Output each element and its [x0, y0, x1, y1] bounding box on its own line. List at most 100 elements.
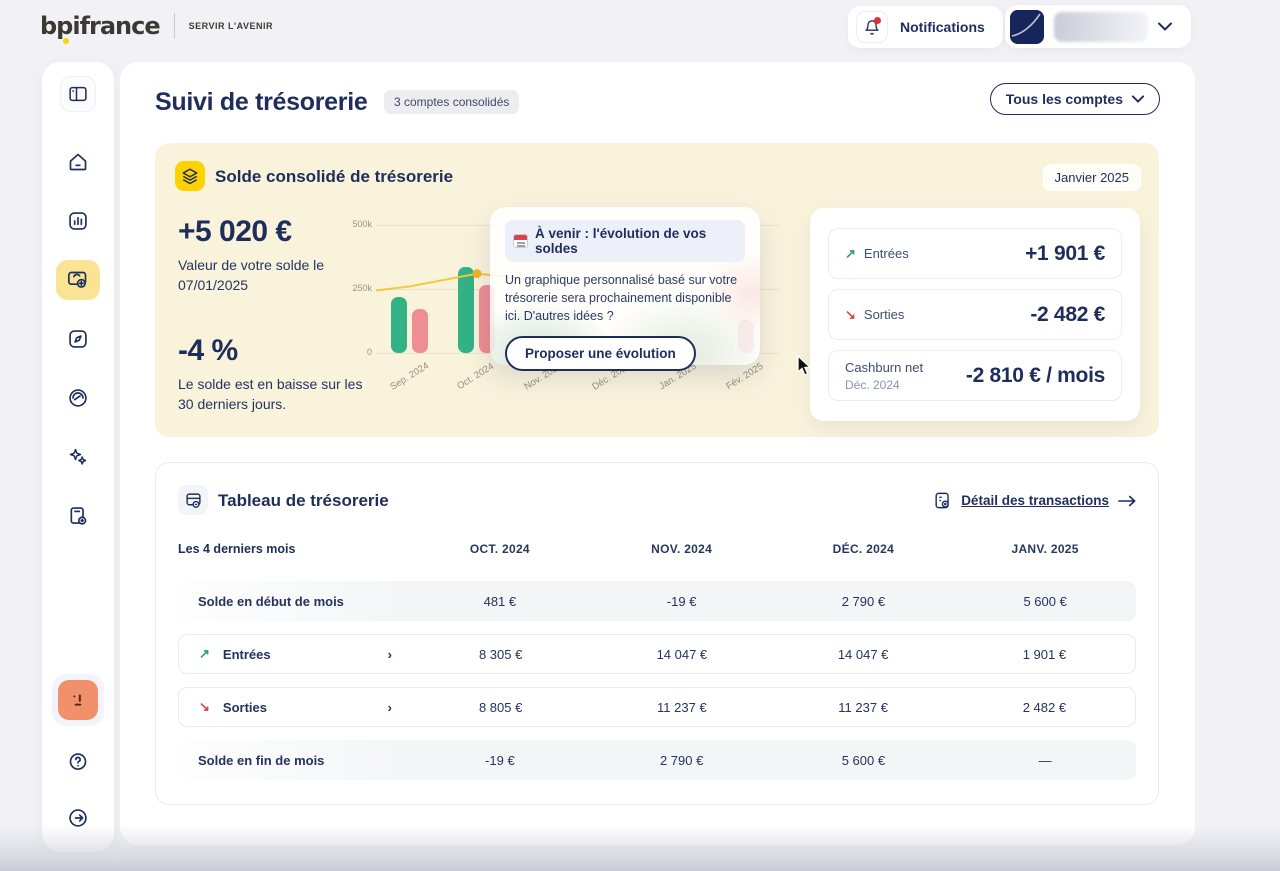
sidebar-item-home[interactable] [56, 142, 100, 182]
coming-soon-body: Un graphique personnalisé basé sur votre… [505, 271, 745, 325]
row-label: Solde en début de mois [198, 594, 344, 609]
arrow-down-right-icon: ↘ [199, 699, 210, 715]
balance-caption: Valeur de votre solde le 07/01/2025 [178, 255, 368, 296]
home-icon [68, 152, 88, 172]
sidebar-item-analytics[interactable] [56, 201, 100, 241]
logo-divider [174, 13, 175, 39]
sidebar [42, 62, 114, 852]
cell-value: 8 305 € [410, 647, 591, 662]
cell-value: 11 237 € [773, 700, 954, 715]
accounts-filter-dropdown[interactable]: Tous les comptes [990, 83, 1160, 115]
cell-value: 5 600 € [773, 753, 955, 768]
calculator-icon [68, 506, 88, 526]
logout-button[interactable] [56, 798, 100, 838]
main-content: Suivi de trésorerie 3 comptes consolidés… [120, 62, 1195, 845]
logout-icon [68, 808, 88, 828]
table-row-start-balance: Solde en début de mois 481 € -19 € 2 790… [178, 581, 1136, 621]
calendar-icon [513, 234, 528, 248]
sidebar-item-treasury[interactable] [56, 260, 100, 300]
trend-caption: Le solde est en baisse sur les 30 dernie… [178, 374, 368, 415]
cell-value: 5 600 € [954, 594, 1136, 609]
outflow-value: -2 482 € [1030, 303, 1105, 327]
table-column-headers: Les 4 derniers mois OCT. 2024 NOV. 2024 … [178, 535, 1136, 563]
x-tick-label: Sep. 2024 [388, 360, 431, 392]
column-header-janv: JANV. 2025 [954, 542, 1136, 556]
arrow-up-right-icon: ↗ [199, 646, 210, 662]
bell-icon [856, 11, 888, 43]
table-row-outflows[interactable]: ↘ Sorties › 8 805 € 11 237 € 11 237 € 2 … [178, 687, 1136, 727]
treasury-icon [67, 270, 89, 290]
inflow-value: +1 901 € [1025, 242, 1105, 266]
arrow-right-icon [1118, 495, 1136, 507]
table-title: Tableau de trésorerie [218, 491, 389, 511]
outflow-stat-row: ↘ Sorties -2 482 € [828, 289, 1122, 340]
chevron-right-icon[interactable]: › [388, 647, 392, 662]
notifications-button[interactable]: Notifications [848, 6, 1003, 48]
chevron-right-icon[interactable]: › [388, 700, 392, 715]
y-tick: 500k [352, 219, 372, 229]
consolidated-balance-card: Solde consolidé de trésorerie Janvier 20… [155, 143, 1159, 437]
coming-soon-title: À venir : l'évolution de vos soldes [535, 226, 737, 256]
row-label: Solde en fin de mois [198, 753, 324, 768]
account-name-redacted [1054, 12, 1148, 42]
column-header-oct: OCT. 2024 [409, 542, 591, 556]
arrow-down-right-icon: ↘ [845, 307, 856, 323]
assistant-button[interactable] [52, 674, 104, 726]
panel-toggle-icon[interactable] [60, 76, 96, 112]
logo-text: bpifrance [40, 12, 160, 40]
x-tick-label: Oct. 2024 [455, 361, 496, 392]
table-row-inflows[interactable]: ↗ Entrées › 8 305 € 14 047 € 14 047 € 1 … [178, 634, 1136, 674]
bar-chart-icon [68, 211, 88, 231]
accounts-count-badge: 3 comptes consolidés [384, 90, 519, 114]
cell-value: 14 047 € [773, 647, 954, 662]
sidebar-item-explore[interactable] [56, 319, 100, 359]
mouse-cursor [797, 355, 814, 382]
propose-evolution-button[interactable]: Proposer une évolution [505, 336, 696, 371]
top-bar: bpifrance SERVIR L'AVENIR Notifications [0, 0, 1280, 54]
column-header-dec: DÉC. 2024 [773, 542, 955, 556]
row-label: Sorties [223, 700, 267, 715]
treasury-table-card: Tableau de trésorerie Détail des transac… [155, 462, 1159, 805]
transactions-detail-link[interactable]: Détail des transactions [933, 491, 1136, 510]
cell-value: 2 790 € [773, 594, 955, 609]
layers-icon [175, 161, 205, 191]
account-selector[interactable] [1005, 5, 1191, 48]
balance-card-title: Solde consolidé de trésorerie [215, 167, 453, 187]
notifications-label: Notifications [900, 19, 985, 35]
outflow-label: Sorties [864, 307, 904, 322]
cashburn-stat-row: Cashburn net Déc. 2024 -2 810 € / mois [828, 350, 1122, 401]
sidebar-item-performance[interactable] [56, 378, 100, 418]
compass-icon [68, 329, 88, 349]
period-badge: Janvier 2025 [1043, 164, 1141, 191]
help-button[interactable] [56, 742, 100, 782]
cell-value: 11 237 € [591, 700, 772, 715]
coming-soon-card: À venir : l'évolution de vos soldes Un g… [490, 207, 760, 365]
cell-value: 2 790 € [591, 753, 773, 768]
sparkles-icon [68, 447, 88, 467]
arrow-up-right-icon: ↗ [845, 246, 856, 262]
flow-stats-card: ↗ Entrées +1 901 € ↘ Sorties -2 482 € Ca… [810, 208, 1140, 421]
inflow-label: Entrées [864, 246, 909, 261]
help-icon [68, 752, 88, 772]
cell-value: 481 € [409, 594, 591, 609]
cell-value: 2 482 € [954, 700, 1135, 715]
inflow-stat-row: ↗ Entrées +1 901 € [828, 228, 1122, 279]
brand: bpifrance SERVIR L'AVENIR [40, 12, 273, 40]
chevron-down-icon [1158, 22, 1172, 31]
avatar [1010, 10, 1044, 44]
assistant-icon [58, 680, 98, 720]
cashburn-sublabel: Déc. 2024 [845, 378, 923, 392]
cell-value: -19 € [591, 594, 773, 609]
accounts-filter-label: Tous les comptes [1006, 91, 1123, 107]
sidebar-item-invoicing[interactable] [56, 496, 100, 536]
brand-tagline: SERVIR L'AVENIR [189, 21, 273, 31]
cashburn-label: Cashburn net [845, 360, 923, 375]
column-header-nov: NOV. 2024 [591, 542, 773, 556]
cell-value: 8 805 € [410, 700, 591, 715]
chevron-down-icon [1132, 95, 1144, 103]
coming-soon-title-row: À venir : l'évolution de vos soldes [505, 220, 745, 262]
cashburn-value: -2 810 € / mois [966, 364, 1105, 388]
gauge-icon [68, 388, 88, 408]
cell-value: 14 047 € [591, 647, 772, 662]
sidebar-item-ai[interactable] [56, 437, 100, 477]
